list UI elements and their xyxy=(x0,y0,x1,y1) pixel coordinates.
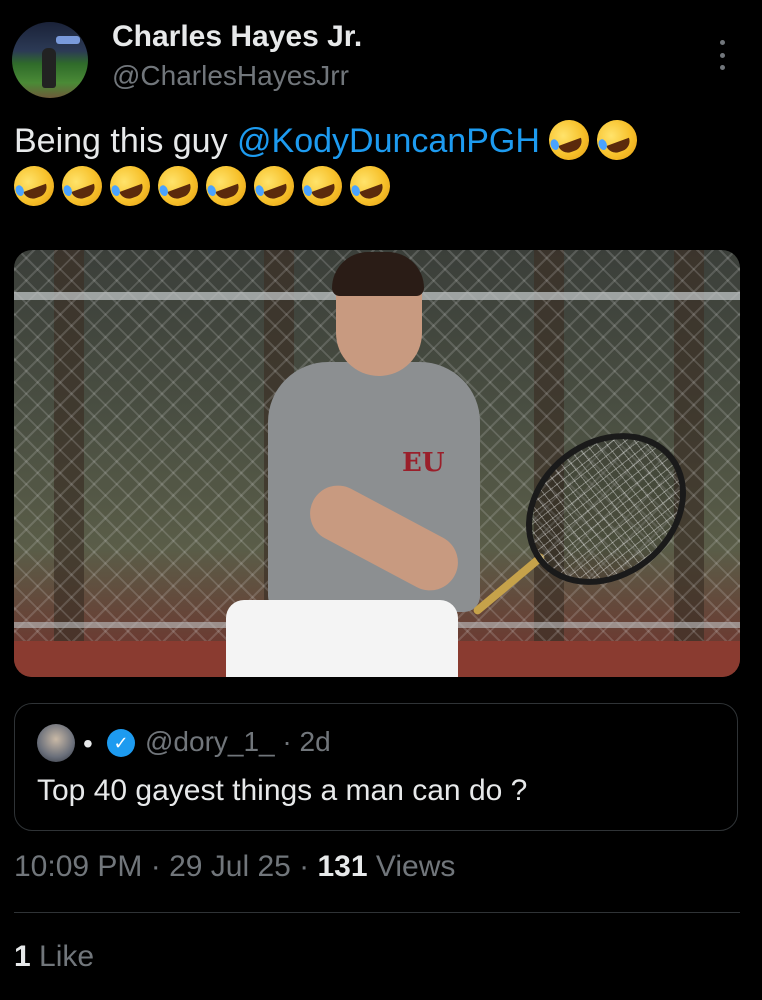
timestamp[interactable]: 10:09 PM · 29 Jul 25 · xyxy=(14,850,318,883)
tweet-text: Being this guy @KodyDuncanPGH xyxy=(8,114,744,212)
tweet-text-prefix: Being this guy xyxy=(14,122,238,160)
verified-badge-icon: ✓ xyxy=(107,729,135,757)
divider xyxy=(14,912,740,913)
quoted-tweet[interactable]: • ✓ @dory_1_ · 2d Top 40 gayest things a… xyxy=(14,703,738,831)
quoted-handle-time[interactable]: @dory_1_ · 2d xyxy=(145,726,331,758)
rolling-laughing-emoji-icon xyxy=(8,160,60,212)
shirt-logo: EU xyxy=(402,448,445,478)
rolling-laughing-emoji-icon xyxy=(104,160,156,212)
rolling-laughing-emoji-icon xyxy=(591,114,644,166)
likes-summary[interactable]: 1 Like xyxy=(14,940,94,974)
author-name[interactable]: Charles Hayes Jr. xyxy=(112,20,362,54)
avatar-figure xyxy=(42,48,56,88)
author-handle[interactable]: @CharlesHayesJrr xyxy=(112,60,349,92)
rolling-laughing-emoji-icon xyxy=(56,160,108,212)
author-avatar[interactable] xyxy=(12,22,88,98)
player-shorts xyxy=(226,600,458,677)
quoted-text: Top 40 gayest things a man can do ? xyxy=(37,774,528,807)
like-label: Like xyxy=(30,940,95,973)
tweet-meta: 10:09 PM · 29 Jul 25 · 131 Views xyxy=(14,850,455,884)
quoted-avatar[interactable] xyxy=(37,724,75,762)
views-count: 131 xyxy=(317,850,368,883)
more-options-icon[interactable] xyxy=(716,40,728,70)
rolling-laughing-emoji-icon xyxy=(344,160,396,212)
stadium-light xyxy=(56,36,80,44)
rolling-laughing-emoji-icon xyxy=(152,160,204,212)
rolling-laughing-emoji-icon xyxy=(200,160,252,212)
quoted-separator: • xyxy=(83,728,93,759)
rolling-laughing-emoji-icon xyxy=(543,114,596,166)
mention-link[interactable]: @KodyDuncanPGH xyxy=(237,122,540,160)
like-count: 1 xyxy=(14,940,31,973)
rolling-laughing-emoji-icon xyxy=(296,160,348,212)
rolling-laughing-emoji-icon xyxy=(248,160,300,212)
tweet-media-photo[interactable]: EU xyxy=(14,250,740,677)
views-label: Views xyxy=(367,850,456,883)
